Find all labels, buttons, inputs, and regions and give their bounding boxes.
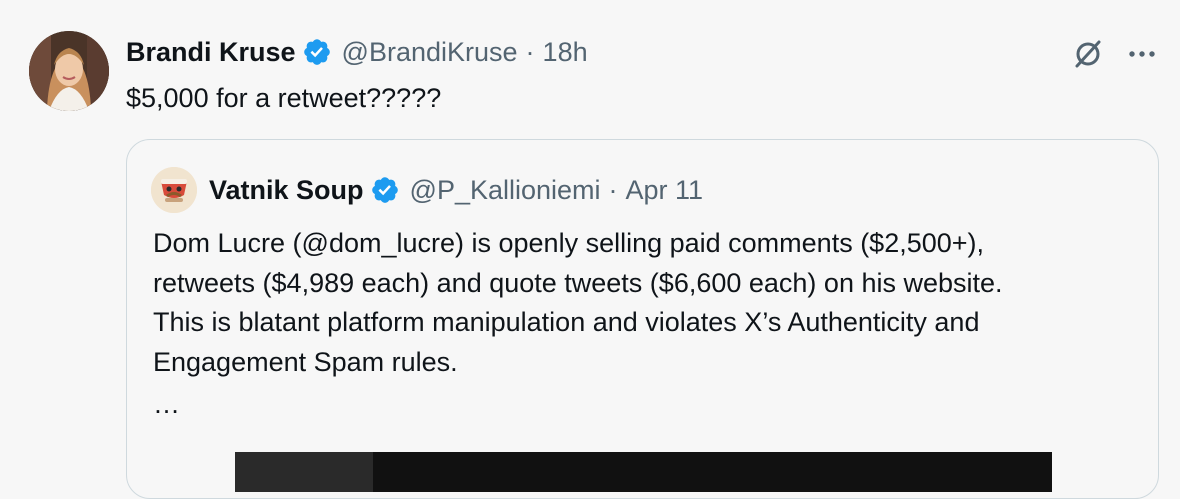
quote-text-line: retweets ($4,989 each) and quote tweets … [153, 267, 1003, 298]
quote-date[interactable]: Apr 11 [626, 175, 704, 206]
quote-text-line: Engagement Spam rules. [153, 346, 458, 377]
tweet-timestamp[interactable]: 18h [543, 37, 588, 68]
quote-author-handle[interactable]: @P_Kallioniemi [410, 175, 601, 206]
verified-badge-icon [302, 37, 332, 67]
quote-meta-separator: · [608, 174, 618, 205]
quote-text-line: This is blatant platform manipulation an… [153, 307, 980, 337]
quote-text-line: Dom Lucre (@dom_lucre) is openly selling… [153, 228, 985, 258]
tweet-text: $5,000 for a retweet????? [126, 83, 442, 113]
verified-badge-icon [370, 175, 400, 205]
more-options-icon[interactable] [1122, 34, 1162, 74]
author-avatar[interactable] [29, 31, 109, 111]
grok-icon[interactable] [1068, 34, 1108, 74]
quote-author-avatar[interactable] [151, 167, 197, 213]
quote-tweet-card[interactable]: Vatnik Soup @P_Kallioniemi · Apr 11 Dom … [126, 139, 1159, 499]
quote-header: Vatnik Soup @P_Kallioniemi · Apr 11 [151, 167, 704, 213]
quote-text: Dom Lucre (@dom_lucre) is openly selling… [153, 224, 1153, 382]
quote-author-name[interactable]: Vatnik Soup [209, 175, 364, 206]
tweet[interactable]: Brandi Kruse @BrandiKruse · 18h $5,000 f… [0, 0, 1180, 499]
tweet-header: Brandi Kruse @BrandiKruse · 18h [126, 34, 588, 70]
author-handle[interactable]: @BrandiKruse [342, 37, 518, 68]
meta-separator: · [525, 36, 535, 67]
show-more-ellipsis[interactable]: … [153, 386, 180, 422]
quote-media-preview[interactable] [235, 452, 1052, 492]
author-name[interactable]: Brandi Kruse [126, 37, 296, 68]
